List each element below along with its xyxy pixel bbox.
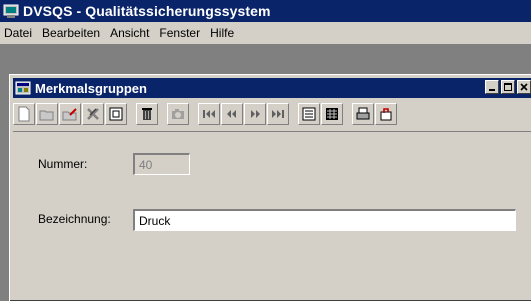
camera-button[interactable] <box>167 103 189 125</box>
exit-icon <box>380 108 392 121</box>
menu-hilfe[interactable]: Hilfe <box>205 23 239 43</box>
menu-bar: Datei Bearbeiten Ansicht Fenster Hilfe <box>0 22 531 44</box>
toolbar <box>13 101 531 127</box>
table-view-icon <box>326 108 338 120</box>
last-record-button[interactable] <box>267 103 289 125</box>
first-record-icon <box>203 110 215 118</box>
merkmalsgruppen-window: Merkmalsgruppen Nummer: 40 Bezeichnung: … <box>9 74 531 301</box>
delete-button[interactable] <box>82 103 104 125</box>
prev-record-button[interactable] <box>221 103 243 125</box>
print-button[interactable] <box>352 103 374 125</box>
prev-record-icon <box>227 110 236 118</box>
copy-button[interactable] <box>105 103 127 125</box>
window-buttons <box>485 80 531 94</box>
list-view-icon <box>302 107 316 121</box>
close-icon <box>520 83 528 91</box>
bezeichnung-label: Bezeichnung: <box>38 212 111 226</box>
child-titlebar[interactable]: Merkmalsgruppen <box>13 78 531 98</box>
app-title: DVSQS - Qualitätssicherungssystem <box>23 3 271 19</box>
bezeichnung-field[interactable]: Druck <box>133 209 516 231</box>
nummer-field: 40 <box>133 153 190 175</box>
minimize-icon <box>489 89 495 91</box>
last-record-icon <box>272 110 284 118</box>
window-icon <box>15 81 31 95</box>
edit-folder-icon <box>62 108 77 121</box>
trash-button[interactable] <box>136 103 158 125</box>
menu-datei[interactable]: Datei <box>0 23 37 43</box>
restore-button[interactable] <box>501 80 515 94</box>
menu-fenster[interactable]: Fenster <box>154 23 205 43</box>
form-panel: Nummer: 40 Bezeichnung: Druck <box>13 131 531 297</box>
first-record-button[interactable] <box>198 103 220 125</box>
new-doc-icon <box>18 106 30 122</box>
copy-icon <box>109 107 123 121</box>
trash-icon <box>142 108 152 120</box>
print-icon <box>356 107 370 120</box>
menu-ansicht[interactable]: Ansicht <box>105 23 154 43</box>
mdi-client-area: Merkmalsgruppen Nummer: 40 Bezeichnung: … <box>0 44 531 301</box>
next-record-button[interactable] <box>244 103 266 125</box>
list-view-button[interactable] <box>298 103 320 125</box>
nummer-label: Nummer: <box>38 157 88 171</box>
next-record-icon <box>251 110 260 118</box>
camera-icon <box>172 109 184 119</box>
delete-x-icon <box>87 108 99 120</box>
edit-button[interactable] <box>59 103 81 125</box>
app-titlebar[interactable]: DVSQS - Qualitätssicherungssystem <box>0 0 531 22</box>
restore-icon <box>504 83 512 91</box>
minimize-button[interactable] <box>485 80 499 94</box>
exit-button[interactable] <box>375 103 397 125</box>
app-icon <box>3 4 19 18</box>
application-window: DVSQS - Qualitätssicherungssystem Datei … <box>0 0 531 301</box>
open-button[interactable] <box>36 103 58 125</box>
close-button[interactable] <box>517 80 531 94</box>
child-title: Merkmalsgruppen <box>35 80 147 96</box>
menu-bearbeiten[interactable]: Bearbeiten <box>37 23 105 43</box>
new-button[interactable] <box>13 103 35 125</box>
table-view-button[interactable] <box>321 103 343 125</box>
open-folder-icon <box>39 110 54 121</box>
